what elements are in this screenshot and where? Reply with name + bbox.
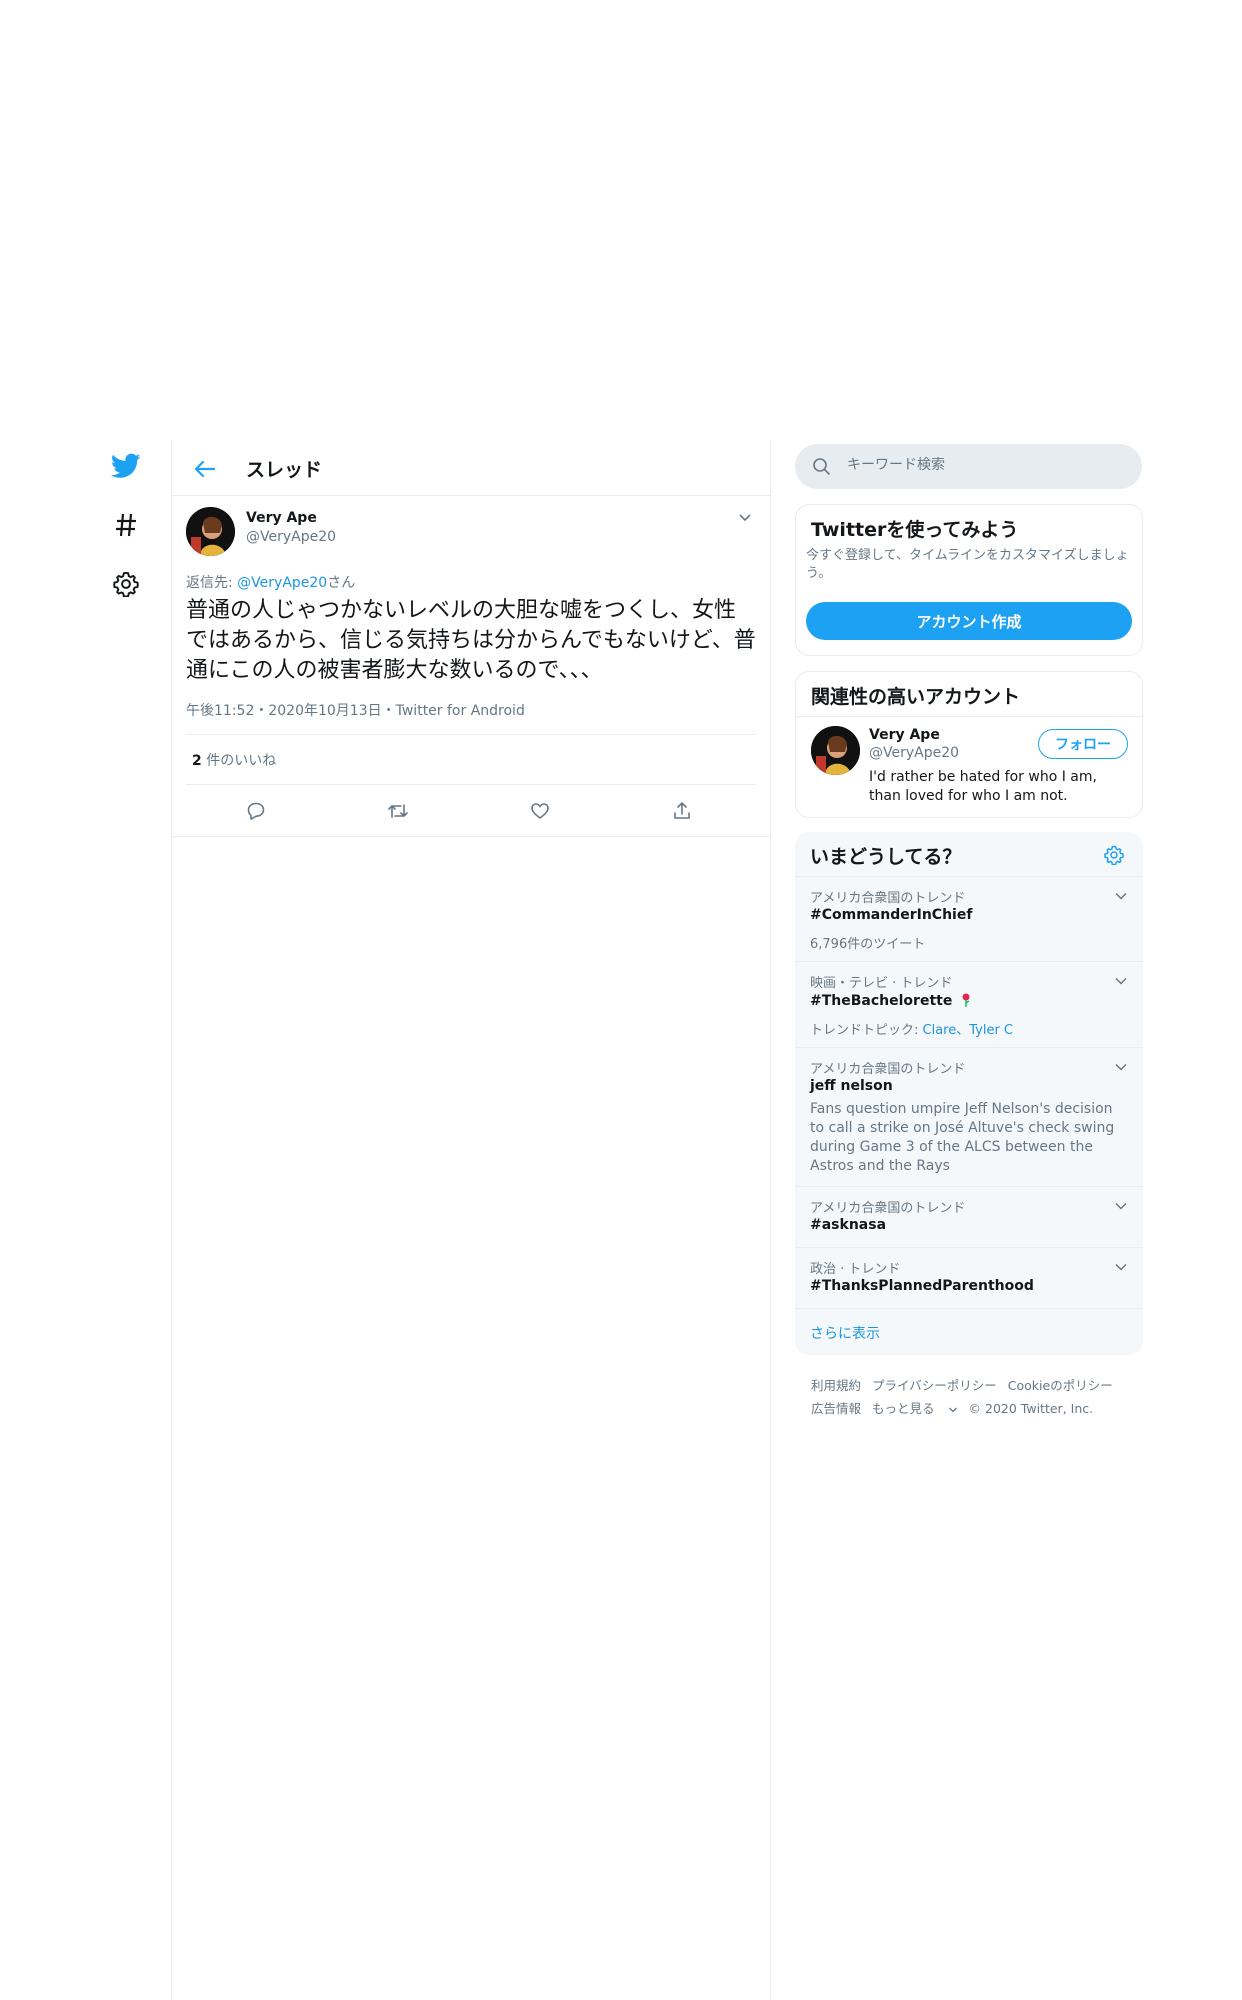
trend-item[interactable]: アメリカ合衆国のトレンド #asknasa bbox=[795, 1186, 1143, 1248]
chevron-down-icon[interactable] bbox=[1114, 1199, 1128, 1213]
reply-prefix: 返信先: bbox=[186, 575, 238, 591]
search-input[interactable] bbox=[845, 456, 1129, 474]
reply-handle-link[interactable]: @VeryApe20 bbox=[237, 575, 327, 591]
related-name[interactable]: Very Ape bbox=[869, 727, 940, 743]
trend-name: #CommanderInChief bbox=[810, 907, 973, 923]
author-name[interactable]: Very Ape bbox=[246, 510, 317, 526]
chevron-down-icon[interactable] bbox=[1114, 889, 1128, 903]
trends-panel: いまどうしてる？ アメリカ合衆国のトレンド #CommanderInChief … bbox=[795, 832, 1143, 1355]
tweet-meta: 午後11:52・2020年10月13日・Twitter for Android bbox=[186, 700, 525, 720]
avatar[interactable] bbox=[186, 507, 235, 556]
main-column: スレッド Very Ape @VeryApe20 返信先: @VeryApe20… bbox=[171, 440, 771, 2000]
trend-description: Fans question umpire Jeff Nelson's decis… bbox=[810, 1101, 1115, 1174]
terms-link[interactable]: 利用規約 bbox=[811, 1378, 861, 1393]
related-handle[interactable]: @VeryApe20 bbox=[869, 745, 959, 761]
heart-icon[interactable] bbox=[525, 796, 555, 826]
trend-item[interactable]: 政治 · トレンド #ThanksPlannedParenthood bbox=[795, 1247, 1143, 1309]
trend-context: アメリカ合衆国のトレンド bbox=[810, 1062, 966, 1077]
share-icon[interactable] bbox=[667, 796, 697, 826]
tweet-date[interactable]: 2020年10月13日 bbox=[268, 703, 381, 719]
tweet-source[interactable]: Twitter for Android bbox=[396, 703, 525, 719]
copyright: © 2020 Twitter, Inc. bbox=[968, 1401, 1094, 1416]
related-accounts-card: 関連性の高いアカウント Very Ape @VeryApe20 フォロー I'd… bbox=[795, 671, 1143, 818]
signup-card: Twitterを使ってみよう 今すぐ登録して、タイムラインをカスタマイズしましょ… bbox=[795, 504, 1143, 656]
chevron-down-icon[interactable] bbox=[1114, 1260, 1128, 1274]
likes-label: 件のいいね bbox=[206, 753, 277, 769]
trend-name: jeff nelson bbox=[810, 1078, 893, 1094]
chevron-down-icon[interactable] bbox=[737, 510, 753, 530]
divider bbox=[796, 716, 1142, 717]
rose-icon bbox=[962, 993, 970, 1007]
footer-links-row1: 利用規約 プライバシーポリシー Cookieのポリシー bbox=[811, 1375, 1124, 1394]
tweet-text: 普通の人じゃつかないレベルの大胆な嘘をつくし、女性ではあるから、信じる気持ちは分… bbox=[186, 598, 756, 683]
author-handle[interactable]: @VeryApe20 bbox=[246, 529, 336, 545]
gear-icon[interactable] bbox=[1104, 845, 1124, 865]
more-link[interactable]: もっと見る bbox=[872, 1401, 958, 1416]
trend-item[interactable]: 映画・テレビ · トレンド #TheBachelorette トレンドトピック:… bbox=[795, 961, 1143, 1048]
meta-separator: ・ bbox=[254, 703, 269, 719]
trend-item[interactable]: アメリカ合衆国のトレンド jeff nelson Fans question u… bbox=[795, 1047, 1143, 1187]
ads-info-link[interactable]: 広告情報 bbox=[811, 1401, 861, 1416]
back-arrow-icon[interactable] bbox=[190, 454, 220, 484]
tweet: Very Ape @VeryApe20 返信先: @VeryApe20さん 普通… bbox=[172, 496, 770, 837]
create-account-button[interactable]: アカウント作成 bbox=[806, 602, 1132, 640]
trend-name: #asknasa bbox=[810, 1217, 887, 1233]
trend-context: アメリカ合衆国のトレンド bbox=[810, 891, 966, 906]
chevron-down-icon[interactable] bbox=[1114, 1060, 1128, 1074]
follow-button[interactable]: フォロー bbox=[1038, 729, 1128, 759]
twitter-bird-icon[interactable] bbox=[108, 448, 144, 484]
trend-context: 映画・テレビ · トレンド bbox=[810, 976, 953, 991]
trend-name: #TheBachelorette bbox=[810, 993, 953, 1009]
reply-to: 返信先: @VeryApe20さん bbox=[186, 572, 355, 592]
meta-separator: ・ bbox=[381, 703, 396, 719]
trend-topics: トレンドトピック: Clare、Tyler C bbox=[810, 1019, 1013, 1038]
chevron-down-icon bbox=[948, 1407, 957, 1413]
gear-icon[interactable] bbox=[108, 566, 144, 602]
trend-name-row: #TheBachelorette bbox=[810, 993, 972, 1009]
divider bbox=[186, 784, 756, 785]
related-title: 関連性の高いアカウント bbox=[811, 686, 1021, 708]
thread-header: スレッド bbox=[172, 440, 770, 496]
avatar[interactable] bbox=[811, 726, 860, 775]
retweet-icon[interactable] bbox=[383, 796, 413, 826]
divider bbox=[186, 734, 756, 735]
page-title: スレッド bbox=[246, 459, 323, 481]
signup-description: 今すぐ登録して、タイムラインをカスタマイズしましょう。 bbox=[806, 548, 1129, 581]
tweet-time[interactable]: 午後11:52 bbox=[186, 703, 254, 719]
search-icon bbox=[813, 458, 830, 475]
likes-stat[interactable]: 2 件のいいね bbox=[192, 750, 276, 770]
trend-topic-links[interactable]: Clare、Tyler C bbox=[923, 1023, 1014, 1038]
show-more-link[interactable]: さらに表示 bbox=[810, 1323, 880, 1343]
cookie-link[interactable]: Cookieのポリシー bbox=[1008, 1378, 1113, 1393]
reply-suffix: さん bbox=[327, 575, 356, 591]
more-link-label: もっと見る bbox=[872, 1401, 935, 1416]
footer-links-row2: 広告情報 もっと見る © 2020 Twitter, Inc. bbox=[811, 1398, 1104, 1417]
trend-context: 政治 · トレンド bbox=[810, 1262, 901, 1277]
likes-count: 2 bbox=[192, 753, 202, 769]
hashtag-icon[interactable] bbox=[108, 507, 144, 543]
related-bio: I'd rather be hated for who I am, than l… bbox=[869, 769, 1097, 804]
reply-icon[interactable] bbox=[241, 796, 271, 826]
chevron-down-icon[interactable] bbox=[1114, 974, 1128, 988]
search-box[interactable] bbox=[795, 444, 1142, 489]
signup-title: Twitterを使ってみよう bbox=[811, 519, 1019, 541]
trend-name: #ThanksPlannedParenthood bbox=[810, 1278, 1034, 1294]
privacy-link[interactable]: プライバシーポリシー bbox=[872, 1378, 997, 1393]
trend-tweet-count: 6,796件のツイート bbox=[810, 937, 926, 952]
trend-context: アメリカ合衆国のトレンド bbox=[810, 1201, 966, 1216]
trends-title: いまどうしてる？ bbox=[810, 846, 962, 868]
show-more-row[interactable]: さらに表示 bbox=[795, 1308, 1143, 1356]
trend-topics-label: トレンドトピック: bbox=[810, 1023, 923, 1038]
trend-item[interactable]: アメリカ合衆国のトレンド #CommanderInChief 6,796件のツイ… bbox=[795, 876, 1143, 962]
